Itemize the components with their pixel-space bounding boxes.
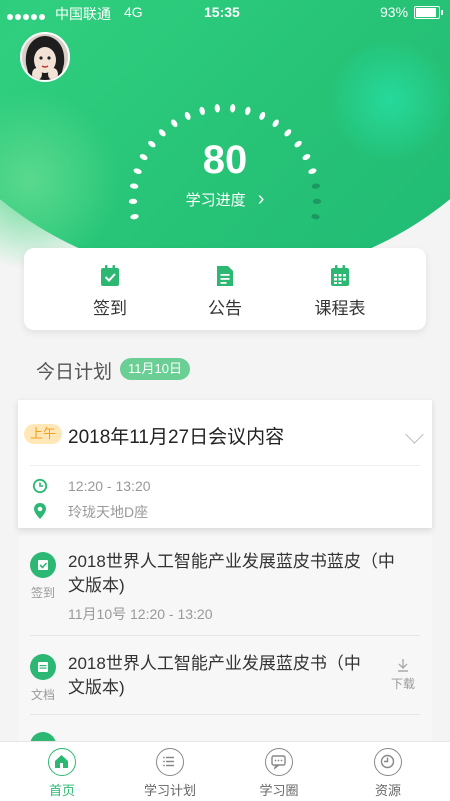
clock-icon	[32, 478, 48, 494]
carrier-label: 中国联通	[55, 6, 111, 22]
timetable-button[interactable]: 课程表	[290, 264, 390, 319]
gauge-tick	[171, 119, 178, 128]
progress-score: 80	[202, 138, 248, 182]
gauge-tick	[199, 106, 205, 116]
bottom-tab-bar: 首页 学习计划 学习圈 资源	[0, 741, 450, 801]
battery-percent: 93%	[380, 4, 409, 20]
gauge-tick	[272, 119, 279, 128]
list-icon	[156, 748, 184, 776]
tab-study-circle[interactable]: 学习圈	[234, 748, 324, 799]
progress-link[interactable]: 学习进度 ›	[170, 188, 280, 211]
status-bar: 中国联通 4G 15:35 93%	[0, 0, 450, 24]
notice-label: 公告	[208, 299, 242, 318]
item-title: 2018世界人工智能产业发展蓝皮书蓝皮（中 文版本)	[68, 550, 395, 598]
notice-button[interactable]: 公告	[175, 264, 275, 319]
item-title-line1: 2018世界人工智能产业发展蓝皮书（中	[68, 654, 361, 673]
plan-location: 玲珑天地D座	[68, 504, 149, 520]
network-label: 4G	[124, 4, 143, 20]
plan-location-row: 玲珑天地D座	[32, 502, 148, 523]
gauge-tick	[214, 104, 220, 113]
item-title-line2: 文版本)	[68, 576, 125, 595]
gauge-tick	[184, 111, 191, 120]
download-button[interactable]: 下载	[388, 658, 418, 692]
location-pin-icon	[34, 503, 46, 519]
tab-home[interactable]: 首页	[17, 748, 107, 799]
checkin-button[interactable]: 签到	[60, 264, 160, 319]
tab-study-circle-label: 学习圈	[259, 783, 299, 798]
gauge-tick	[308, 168, 317, 174]
checkin-label: 签到	[93, 299, 127, 318]
gauge-tick	[302, 154, 311, 161]
gauge-tick	[230, 104, 236, 113]
avatar[interactable]	[20, 32, 70, 82]
chat-icon	[265, 748, 293, 776]
divider	[30, 635, 420, 636]
progress-label: 学习进度	[185, 192, 246, 209]
plan-list: 签到 2018世界人工智能产业发展蓝皮书蓝皮（中 文版本) 11月10号 12:…	[18, 536, 432, 746]
divider	[30, 465, 420, 466]
plan-time-row: 12:20 - 13:20	[32, 478, 151, 497]
download-icon	[398, 659, 408, 672]
checkin-icon	[101, 265, 119, 286]
gauge-tick	[133, 168, 142, 174]
divider	[30, 714, 420, 715]
decor-blob-right	[330, 40, 450, 160]
gauge-tick	[284, 129, 292, 137]
download-label: 下载	[390, 677, 415, 691]
checkin-icon	[30, 552, 56, 578]
chevron-right-icon: ›	[257, 188, 265, 210]
tab-study-plan[interactable]: 学习计划	[125, 748, 215, 799]
signal-icon	[7, 7, 47, 23]
plan-time: 12:20 - 13:20	[68, 478, 151, 494]
gauge-tick	[130, 214, 139, 220]
gauge-tick	[311, 183, 321, 189]
chevron-down-icon[interactable]	[405, 425, 424, 444]
notice-icon	[217, 266, 233, 286]
item-title-line2: 文版本)	[68, 678, 125, 697]
document-icon	[30, 654, 56, 680]
battery-icon	[414, 6, 443, 19]
gauge-tick	[312, 198, 322, 205]
item-subtitle: 11月10号 12:20 - 13:20	[68, 606, 213, 622]
home-icon	[48, 748, 76, 776]
gauge-tick	[139, 154, 148, 161]
gauge-tick	[128, 198, 138, 205]
gauge-tick	[259, 111, 266, 120]
tab-resources-label: 资源	[374, 783, 401, 798]
gauge-tick	[245, 106, 251, 116]
item-title: 2018世界人工智能产业发展蓝皮书（中 文版本)	[68, 652, 368, 700]
gauge-tick	[158, 129, 166, 137]
gauge-tick	[294, 140, 302, 148]
gauge-tick	[148, 140, 156, 148]
item-type-label: 文档	[30, 688, 55, 702]
tab-study-plan-label: 学习计划	[143, 783, 196, 798]
item-type-label: 签到	[30, 586, 55, 600]
tab-resources[interactable]: 资源	[343, 748, 433, 799]
period-tag: 上午	[24, 424, 62, 444]
tab-home-label: 首页	[48, 783, 75, 798]
date-badge: 11月10日	[120, 358, 190, 380]
item-title-line1: 2018世界人工智能产业发展蓝皮书蓝皮（中	[68, 552, 395, 571]
clock-icon	[374, 748, 402, 776]
today-plan-title: 今日计划	[36, 362, 113, 383]
timetable-label: 课程表	[314, 299, 366, 318]
clock: 15:35	[204, 4, 240, 20]
gauge-tick	[311, 214, 320, 220]
calendar-icon	[331, 265, 349, 286]
quick-actions-card: 签到 公告 课程表	[24, 248, 426, 330]
plan-card-expanded[interactable]: 上午 2018年11月27日会议内容 12:20 - 13:20 玲珑天地D座	[18, 400, 432, 528]
gauge-tick	[129, 183, 139, 189]
plan-title: 2018年11月27日会议内容	[68, 427, 285, 448]
